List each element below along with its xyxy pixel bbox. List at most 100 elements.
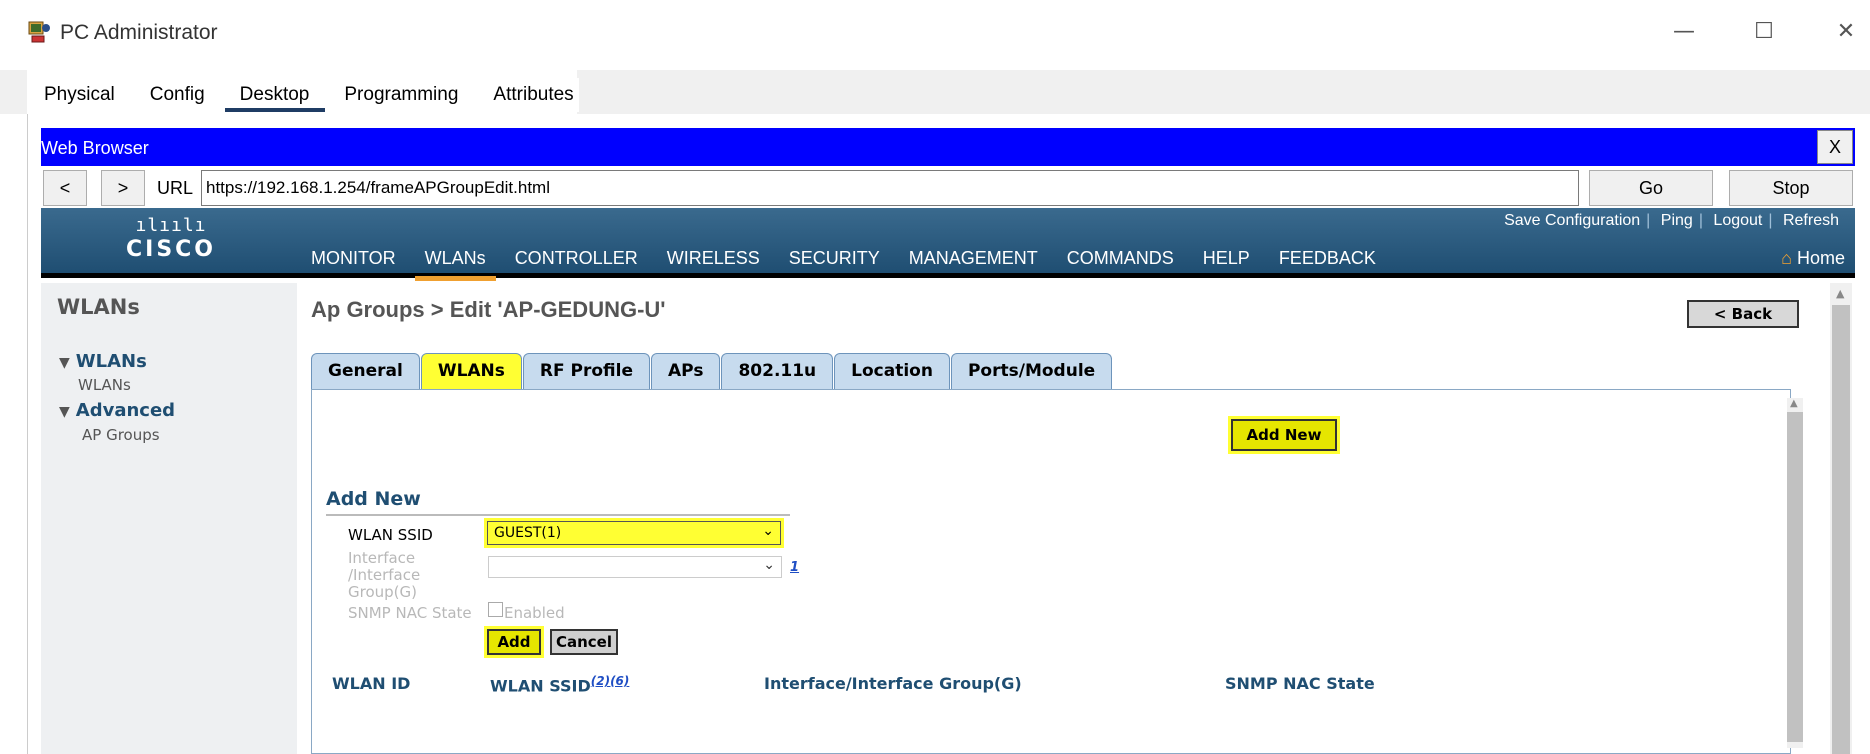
interface-select[interactable]: ⌄ [488, 556, 782, 578]
panel-scrollbar[interactable]: ▲ [1787, 398, 1803, 748]
ap-group-tabs: General WLANs RF Profile APs 802.11u Loc… [311, 353, 1113, 389]
header-top-links: Save Configuration | Ping | Logout | Refres… [1498, 212, 1845, 230]
home-icon: ⌂ [1781, 248, 1792, 268]
ping-link[interactable]: Ping [1661, 212, 1693, 229]
interface-label: Interface /Interface Group(G) [348, 549, 421, 601]
link-separator: | [1698, 212, 1703, 229]
tab-programming[interactable]: Programming [327, 78, 476, 112]
column-header-wlan-id: WLAN ID [332, 674, 411, 693]
tab-ports-module[interactable]: Ports/Module [950, 353, 1113, 389]
browser-close-button[interactable]: X [1817, 130, 1853, 164]
web-browser-titlebar: Web Browser X [41, 128, 1855, 166]
sidebar-item-wlans[interactable]: WLANs [78, 376, 131, 394]
add-new-button[interactable]: Add New [1231, 419, 1337, 451]
cancel-button[interactable]: Cancel [550, 629, 618, 655]
tab-80211u[interactable]: 802.11u [721, 353, 834, 389]
tab-general[interactable]: General [311, 353, 420, 389]
forward-nav-button[interactable]: > [101, 170, 145, 206]
chevron-down-icon: ⌄ [763, 557, 775, 573]
page-scrollbar[interactable]: ▲ [1830, 283, 1852, 754]
wlan-ssid-footnote-link[interactable]: (2)(6) [591, 674, 630, 688]
interface-footnote-link[interactable]: 1 [790, 560, 799, 575]
sidebar-group-wlans[interactable]: ▼ WLANs [59, 351, 147, 372]
home-link-label: Home [1796, 248, 1845, 268]
logout-link[interactable]: Logout [1713, 212, 1762, 229]
wlan-ssid-header-label: WLAN SSID [490, 676, 591, 696]
cisco-logo-word: CISCO [125, 237, 217, 262]
main-content: Ap Groups > Edit 'AP-GEDUNG-U' < Back Ge… [297, 283, 1830, 754]
scroll-up-icon[interactable]: ▲ [1790, 398, 1798, 409]
sidebar-item-ap-groups[interactable]: AP Groups [82, 426, 160, 444]
tab-rf-profile[interactable]: RF Profile [522, 353, 651, 389]
cisco-logo: ılıılı CISCO [121, 216, 221, 270]
tab-physical[interactable]: Physical [27, 78, 133, 112]
sidebar-group-advanced[interactable]: ▼ Advanced [59, 400, 175, 421]
maximize-button[interactable]: ☐ [1744, 14, 1784, 50]
sidebar: WLANs ▼ WLANs WLANs ▼ Advanced AP Groups [41, 283, 297, 754]
tab-attributes[interactable]: Attributes [476, 78, 591, 112]
browser-navbar: < > URL https://192.168.1.254/frameAPGro… [41, 168, 1855, 208]
tab-desktop[interactable]: Desktop [223, 78, 328, 112]
menu-commands[interactable]: COMMANDS [1067, 248, 1174, 278]
menu-monitor[interactable]: MONITOR [311, 248, 396, 278]
chevron-down-icon: ⌄ [762, 523, 774, 539]
close-window-button[interactable]: ✕ [1826, 14, 1866, 50]
expand-triangle-icon: ▼ [59, 404, 70, 420]
menu-management[interactable]: MANAGEMENT [909, 248, 1038, 278]
url-input[interactable]: https://192.168.1.254/frameAPGroupEdit.h… [201, 170, 1579, 206]
snmp-enabled-checkbox[interactable] [488, 602, 503, 617]
column-header-interface: Interface/Interface Group(G) [764, 674, 1022, 693]
web-browser-title: Web Browser [41, 138, 149, 158]
stop-button[interactable]: Stop [1729, 170, 1853, 206]
tab-location[interactable]: Location [834, 353, 950, 389]
tab-aps[interactable]: APs [651, 353, 721, 389]
sidebar-group-label: Advanced [75, 400, 176, 421]
go-button[interactable]: Go [1589, 170, 1713, 206]
wlan-ssid-label: WLAN SSID [348, 526, 433, 544]
add-new-section-title: Add New [326, 488, 421, 510]
cisco-logo-bars: ılıılı [135, 215, 207, 236]
section-divider [326, 514, 790, 516]
wlan-ssid-select[interactable]: GUEST(1) ⌄ [487, 521, 781, 545]
panel-scrollbar-thumb[interactable] [1787, 412, 1803, 742]
wlans-tab-panel: Add New Add New WLAN SSID GUEST(1) ⌄ Int… [311, 389, 1803, 754]
menu-wlans[interactable]: WLANs [414, 248, 496, 281]
expand-triangle-icon: ▼ [59, 355, 70, 371]
sidebar-group-label: WLANs [75, 351, 147, 372]
back-button[interactable]: < Back [1687, 300, 1799, 328]
page-scrollbar-thumb[interactable] [1832, 305, 1850, 754]
tab-wlans[interactable]: WLANs [420, 353, 522, 389]
snmp-enabled-label: Enabled [504, 604, 565, 622]
wlan-ssid-value: GUEST(1) [494, 525, 562, 541]
window-titlebar: PC Administrator — ☐ ✕ [0, 0, 1870, 64]
url-label: URL [157, 178, 194, 198]
pc-administrator-window: PC Administrator — ☐ ✕ Physical Config D… [0, 0, 1870, 754]
menu-controller[interactable]: CONTROLLER [515, 248, 638, 278]
add-button[interactable]: Add [487, 629, 541, 655]
ssid-highlight: GUEST(1) ⌄ [484, 518, 784, 548]
cisco-header: ılıılı CISCO Save Configuration | Ping | L… [41, 208, 1855, 281]
link-separator: | [1646, 212, 1651, 229]
snmp-nac-state-label: SNMP NAC State [348, 604, 472, 622]
link-separator: | [1768, 212, 1773, 229]
window-title: PC Administrator [60, 21, 218, 44]
sidebar-title: WLANs [57, 295, 140, 319]
menu-help[interactable]: HELP [1203, 248, 1250, 278]
menu-feedback[interactable]: FEEDBACK [1279, 248, 1376, 278]
add-highlight: Add [484, 626, 544, 658]
add-new-highlight: Add New [1228, 416, 1340, 454]
main-menu: MONITOR WLANs CONTROLLER WIRELESS SECURI… [311, 248, 1405, 281]
scroll-up-icon[interactable]: ▲ [1836, 287, 1844, 300]
menu-wireless[interactable]: WIRELESS [667, 248, 760, 278]
column-header-snmp-nac-state: SNMP NAC State [1225, 674, 1375, 693]
menu-security[interactable]: SECURITY [789, 248, 880, 278]
save-configuration-link[interactable]: Save Configuration [1504, 212, 1640, 229]
minimize-button[interactable]: — [1664, 14, 1704, 50]
device-tabs: Physical Config Desktop Programming Attr… [27, 78, 579, 112]
home-link[interactable]: ⌂ Home [1781, 248, 1845, 269]
back-nav-button[interactable]: < [43, 170, 87, 206]
pc-app-icon [28, 21, 50, 43]
column-header-wlan-ssid: WLAN SSID(2)(6) [490, 674, 629, 695]
tab-config[interactable]: Config [133, 78, 223, 112]
refresh-link[interactable]: Refresh [1783, 212, 1839, 229]
